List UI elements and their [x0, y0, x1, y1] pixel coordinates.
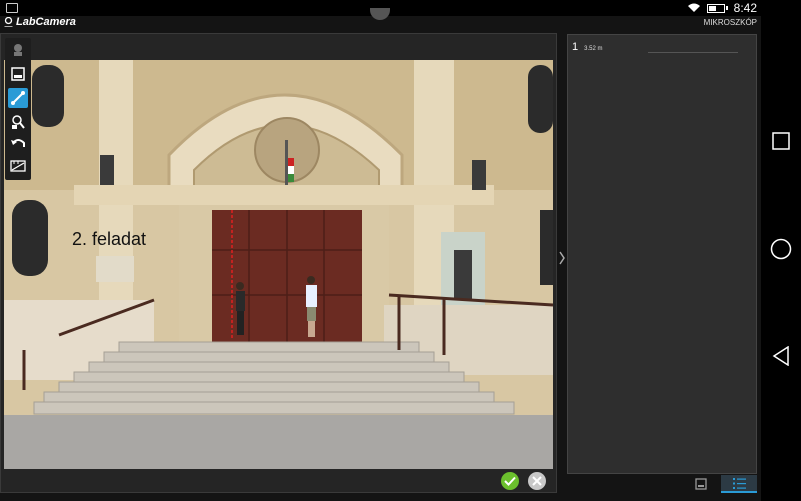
list-item[interactable]: 1 3.52 m — [572, 41, 602, 53]
scale-calibration-icon[interactable] — [8, 156, 28, 176]
church-photo: 2. feladat — [4, 60, 553, 469]
recent-apps-button[interactable] — [770, 130, 792, 152]
home-button[interactable] — [770, 238, 792, 260]
image-icon[interactable] — [8, 64, 28, 84]
app-logo-icon — [4, 17, 13, 27]
app-title-text: LabCamera — [16, 16, 76, 28]
battery-icon — [706, 3, 725, 13]
list-icon — [732, 477, 746, 489]
navigation-bar — [761, 0, 801, 501]
home-icon — [770, 238, 792, 260]
magnifier-person-icon[interactable] — [8, 112, 28, 132]
undo-icon[interactable] — [8, 134, 28, 154]
measurement-panel: 1 3.52 m — [567, 34, 757, 474]
panel-collapse-handle[interactable] — [557, 248, 566, 268]
panel-tabs — [567, 475, 757, 493]
checkmark-icon — [504, 476, 516, 486]
cancel-button[interactable] — [528, 472, 546, 490]
wifi-icon — [687, 3, 700, 12]
chevron-icon — [558, 251, 565, 265]
measure-ruler-icon[interactable] — [8, 88, 28, 108]
image-tab-icon — [695, 478, 707, 490]
notification-icon — [6, 3, 18, 13]
window-left-top — [32, 65, 64, 127]
window-right-top — [528, 65, 553, 133]
camera-photo[interactable]: 2. feladat — [4, 60, 553, 469]
divider — [648, 52, 738, 53]
battery-nub — [725, 6, 728, 10]
annotation-text: 2. feladat — [72, 229, 146, 249]
camera-icon[interactable] — [8, 40, 28, 60]
pavement — [4, 415, 553, 469]
tool-palette — [5, 38, 31, 180]
window-right-bottom — [540, 210, 553, 285]
tab-list[interactable] — [721, 475, 757, 493]
back-icon — [772, 346, 789, 366]
window-left-bottom — [12, 200, 48, 276]
close-icon — [532, 476, 542, 486]
tab-image[interactable] — [691, 475, 711, 493]
measurement-index: 1 — [572, 41, 579, 53]
status-right: 8:42 — [687, 1, 757, 15]
app-title: LabCamera — [4, 16, 76, 28]
mode-label[interactable]: MIKROSZKÓP — [704, 18, 757, 27]
recent-apps-icon — [772, 132, 790, 150]
confirm-button[interactable] — [501, 472, 519, 490]
clock: 8:42 — [733, 1, 757, 15]
back-button[interactable] — [770, 345, 792, 367]
measurement-value: 3.52 m — [584, 46, 603, 52]
